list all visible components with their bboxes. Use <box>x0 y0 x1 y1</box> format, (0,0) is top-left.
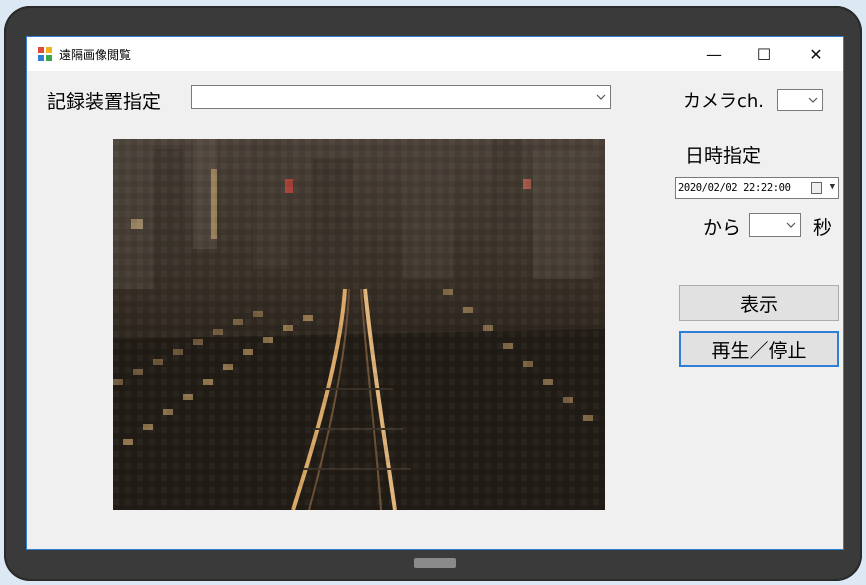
close-button[interactable]: ✕ <box>793 37 839 71</box>
seconds-unit-label: 秒 <box>813 217 833 239</box>
app-window-icon <box>38 47 52 61</box>
datetime-picker[interactable]: 2020/02/02 22:22:00 ▼ <box>675 177 839 199</box>
railway-image <box>113 139 605 510</box>
camera-image <box>113 139 605 510</box>
datetime-value: 2020/02/02 22:22:00 <box>678 182 791 194</box>
chevron-down-icon <box>786 222 796 228</box>
maximize-button[interactable]: ☐ <box>741 37 787 71</box>
minimize-button[interactable]: — <box>691 37 737 71</box>
window-title: 遠隔画像閲覧 <box>59 48 132 62</box>
chevron-down-icon <box>596 94 606 100</box>
show-button[interactable]: 表示 <box>679 285 839 321</box>
calendar-icon[interactable] <box>811 182 822 194</box>
camera-label: カメラch. <box>683 91 765 112</box>
device-select[interactable] <box>191 85 611 109</box>
play-pause-button[interactable]: 再生／停止 <box>679 331 839 367</box>
chevron-down-icon[interactable]: ▼ <box>830 182 835 192</box>
camera-select[interactable] <box>777 89 823 111</box>
chevron-down-icon <box>808 97 818 103</box>
seconds-select[interactable] <box>749 213 801 237</box>
datetime-label: 日時指定 <box>685 145 762 167</box>
device-label: 記録装置指定 <box>47 91 162 113</box>
from-label: から <box>703 217 742 239</box>
tablet-home-button <box>414 558 456 568</box>
app-window: 遠隔画像閲覧 — ☐ ✕ 記録装置指定 カメラch. 日時指定 2020/02/… <box>26 36 844 550</box>
title-bar: 遠隔画像閲覧 — ☐ ✕ <box>27 37 843 71</box>
